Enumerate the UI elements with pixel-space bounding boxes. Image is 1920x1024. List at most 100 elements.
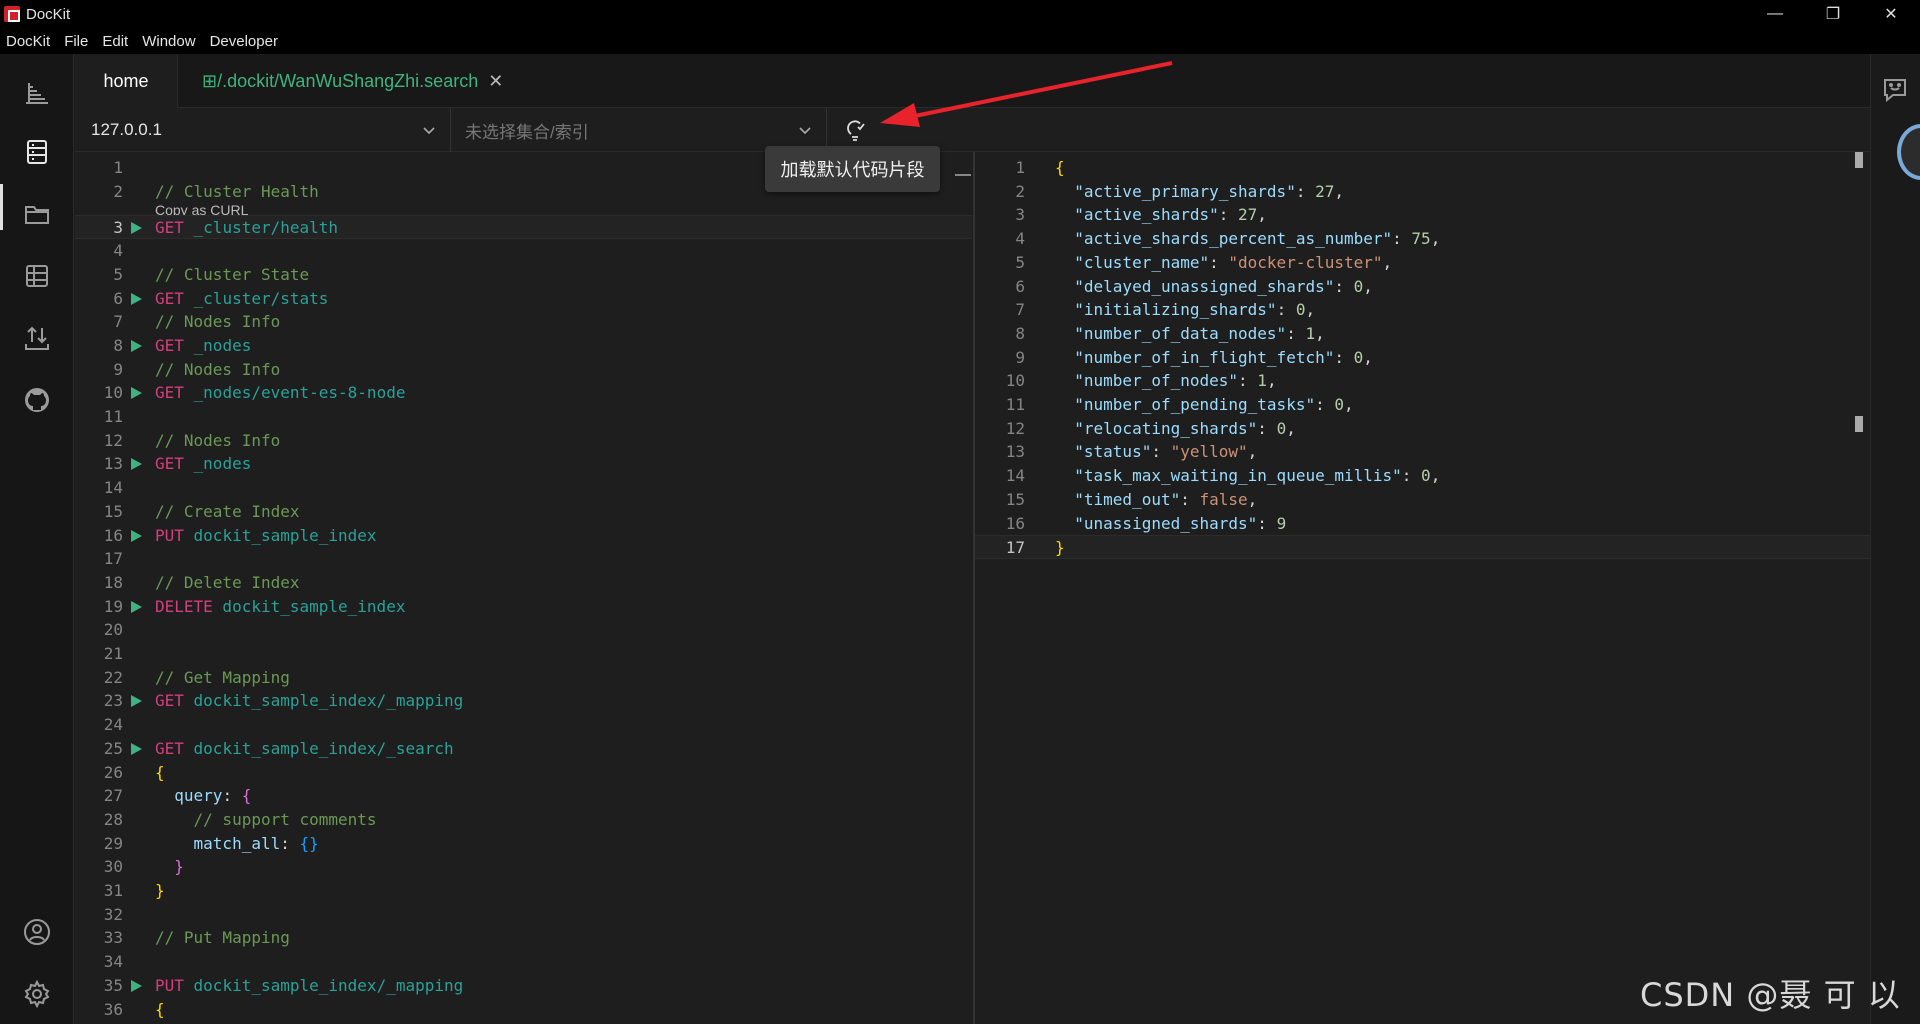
code-line[interactable]: 36 {: [75, 998, 972, 1022]
code-line[interactable]: 5 // Cluster State: [75, 263, 972, 287]
run-request-icon[interactable]: [131, 529, 142, 542]
run-request-icon[interactable]: [131, 695, 142, 708]
code-line[interactable]: 6 GET _cluster/stats: [75, 287, 972, 311]
code-line[interactable]: 32: [75, 903, 972, 927]
code-line[interactable]: 3 "active_shards": 27,: [975, 203, 1870, 227]
code-line[interactable]: 10 "number_of_nodes": 1,: [975, 369, 1870, 393]
code-line[interactable]: 35 PUT dockit_sample_index/_mapping: [75, 974, 972, 998]
menu-edit[interactable]: Edit: [102, 33, 128, 50]
code-line[interactable]: 12 "relocating_shards": 0,: [975, 417, 1870, 441]
code-line[interactable]: 11: [75, 405, 972, 429]
run-request-icon[interactable]: [131, 387, 142, 400]
code-line[interactable]: 26 {: [75, 761, 972, 785]
code-line[interactable]: 14: [75, 476, 972, 500]
menu-window[interactable]: Window: [142, 33, 195, 50]
code-line[interactable]: 24: [75, 713, 972, 737]
menu-developer[interactable]: Developer: [210, 33, 278, 50]
code-line[interactable]: 29 match_all: {}: [75, 832, 972, 856]
run-request-icon[interactable]: [131, 600, 142, 613]
maximize-button[interactable]: ❐: [1804, 0, 1862, 28]
host-select[interactable]: 127.0.0.1: [75, 108, 451, 152]
line-number: 17: [1005, 538, 1025, 558]
code-line[interactable]: 1: [75, 156, 972, 180]
feedback-icon[interactable]: [1881, 76, 1909, 109]
line-number: 29: [103, 833, 123, 853]
run-request-icon[interactable]: [131, 458, 142, 471]
code-line[interactable]: 13 "status": "yellow",: [975, 440, 1870, 464]
code-line[interactable]: 34: [75, 950, 972, 974]
code-line[interactable]: 23 GET dockit_sample_index/_mapping: [75, 689, 972, 713]
code-line[interactable]: 19 DELETE dockit_sample_index: [75, 595, 972, 619]
code-line[interactable]: 9 // Nodes Info: [75, 358, 972, 382]
code-line[interactable]: 12 // Nodes Info: [75, 429, 972, 453]
minimize-button[interactable]: —: [1746, 0, 1804, 28]
code-line[interactable]: 13 GET _nodes: [75, 452, 972, 476]
response-editor[interactable]: 1{2 "active_primary_shards": 27, 3 "activ…: [973, 152, 1870, 1024]
run-request-icon[interactable]: [131, 979, 142, 992]
code-line[interactable]: 1{: [975, 156, 1870, 180]
code-text: "delayed_unassigned_shards": 0,: [1074, 276, 1373, 296]
code-line[interactable]: 7 "initializing_shards": 0,: [975, 298, 1870, 322]
line-number: 9: [1015, 347, 1025, 367]
code-line[interactable]: 7 // Nodes Info: [75, 310, 972, 334]
code-line[interactable]: 5 "cluster_name": "docker-cluster",: [975, 251, 1870, 275]
code-text: // Cluster State: [155, 264, 310, 284]
scrollbar-thumb[interactable]: [1855, 152, 1863, 168]
code-line[interactable]: 8 GET _nodes: [75, 334, 972, 358]
run-request-icon[interactable]: [131, 292, 142, 305]
run-request-icon[interactable]: [131, 222, 142, 235]
code-line[interactable]: 4 "active_shards_percent_as_number": 75,: [975, 227, 1870, 251]
menu-file[interactable]: File: [64, 33, 88, 50]
bar-chart-icon[interactable]: [23, 78, 51, 106]
code-line[interactable]: 2 "active_primary_shards": 27,: [975, 180, 1870, 204]
settings-icon[interactable]: [23, 980, 51, 1008]
code-line[interactable]: 18 // Delete Index: [75, 571, 972, 595]
code-line[interactable]: 28 // support comments: [75, 808, 972, 832]
line-number: 13: [103, 454, 123, 474]
close-window-button[interactable]: ✕: [1862, 0, 1920, 28]
code-line[interactable]: 17: [75, 547, 972, 571]
tab-home[interactable]: home: [75, 54, 178, 108]
code-line[interactable]: 8 "number_of_data_nodes": 1,: [975, 322, 1870, 346]
index-list-icon[interactable]: [23, 262, 51, 290]
code-line[interactable]: 21: [75, 642, 972, 666]
code-line[interactable]: 27 query: {: [75, 784, 972, 808]
request-editor[interactable]: 1 2// Cluster Health Copy as CURL 3 GET _clu…: [75, 152, 972, 1024]
code-line[interactable]: 17}: [975, 535, 1870, 559]
database-icon[interactable]: [23, 138, 51, 166]
code-line[interactable]: 22 // Get Mapping: [75, 666, 972, 690]
code-line[interactable]: 31}: [75, 879, 972, 903]
line-number: 34: [103, 952, 123, 972]
code-text: "relocating_shards": 0,: [1074, 418, 1296, 438]
line-number: 8: [113, 335, 123, 355]
code-line[interactable]: 33 // Put Mapping: [75, 926, 972, 950]
code-line[interactable]: 20: [75, 618, 972, 642]
code-line[interactable]: 15 "timed_out": false,: [975, 488, 1870, 512]
code-line[interactable]: 4: [75, 239, 972, 263]
run-request-icon[interactable]: [131, 742, 142, 755]
code-line[interactable]: 9 "number_of_in_flight_fetch": 0,: [975, 346, 1870, 370]
code-line[interactable]: 2 // Cluster Health: [75, 180, 972, 204]
code-line[interactable]: 25 GET dockit_sample_index/_search: [75, 737, 972, 761]
import-export-icon[interactable]: [23, 324, 51, 352]
line-number: 4: [113, 241, 123, 261]
tab-search-file[interactable]: ⊞/.dockit/WanWuShangZhi.search ✕: [178, 54, 527, 108]
code-line[interactable]: 14 "task_max_waiting_in_queue_millis": 0…: [975, 464, 1870, 488]
load-snippet-button[interactable]: [840, 115, 870, 145]
code-line[interactable]: 11 "number_of_pending_tasks": 0,: [975, 393, 1870, 417]
assistant-avatar[interactable]: [1897, 124, 1920, 180]
run-request-icon[interactable]: [131, 339, 142, 352]
code-line[interactable]: 16 "unassigned_shards": 9: [975, 512, 1870, 536]
code-line[interactable]: 16 PUT dockit_sample_index: [75, 524, 972, 548]
code-line[interactable]: 10 GET _nodes/event-es-8-node: [75, 381, 972, 405]
user-icon[interactable]: [23, 918, 51, 946]
code-line[interactable]: 15 // Create Index: [75, 500, 972, 524]
code-line[interactable]: 6 "delayed_unassigned_shards": 0,: [975, 275, 1870, 299]
menu-dockit[interactable]: DocKit: [6, 33, 50, 50]
code-text: GET _nodes/event-es-8-node: [155, 383, 406, 403]
code-line[interactable]: 30 }: [75, 855, 972, 879]
tab-close-icon[interactable]: ✕: [488, 71, 503, 92]
github-icon[interactable]: [23, 386, 51, 414]
folder-icon[interactable]: [23, 200, 51, 228]
code-line[interactable]: 3 GET _cluster/health: [75, 215, 972, 240]
